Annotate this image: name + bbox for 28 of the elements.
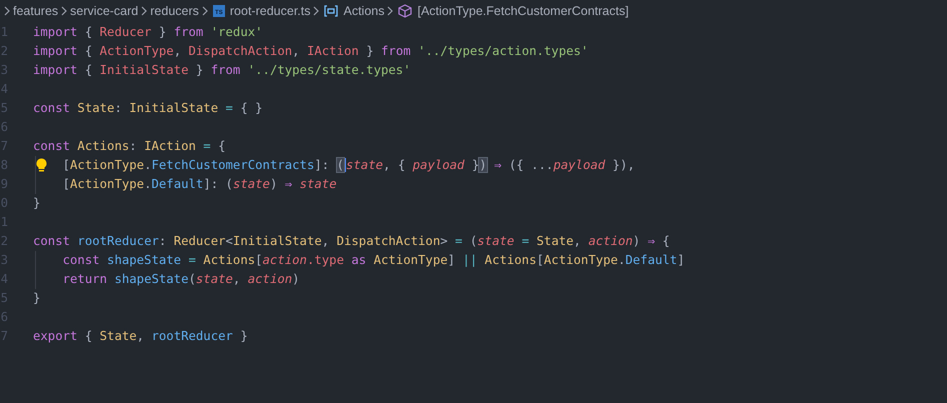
chevron-icon bbox=[386, 6, 394, 16]
code-line: [ActionType.FetchCustomerContracts]: ( state, { payload }) ⇒ ({ ...payload }), bbox=[62, 157, 635, 174]
chevron-icon bbox=[200, 6, 209, 16]
breadcrumb-item[interactable]: reducers bbox=[150, 2, 199, 20]
breadcrumb-item[interactable]: service-card bbox=[70, 2, 138, 20]
chevron-icon bbox=[3, 6, 11, 16]
chevron-icon bbox=[312, 6, 320, 16]
code-line: export { State, rootReducer } bbox=[33, 328, 248, 346]
code-line: return shapeState(state, action) bbox=[62, 271, 300, 288]
cube-icon bbox=[398, 4, 412, 18]
code-line: const rootReducer: Reducer<InitialState, DispatchAction> = (state = State, action) ⇒ { bbox=[33, 233, 670, 250]
breadcrumb-item[interactable]: [ActionType.FetchCustomerContracts] bbox=[417, 2, 629, 20]
breadcrumb-item[interactable]: root-reducer.ts bbox=[230, 2, 310, 20]
code-line: } bbox=[33, 290, 40, 308]
chevron-icon bbox=[140, 6, 148, 16]
code-line: const State: InitialState = { } bbox=[33, 100, 263, 118]
variable-icon bbox=[324, 5, 338, 17]
code-line: import { InitialState } from '../types/state.types' bbox=[33, 62, 411, 80]
chevron-icon bbox=[60, 6, 68, 16]
code-line: const shapeState = Actions[action.type as ActionType] || Actions[ActionType.Default] bbox=[62, 252, 685, 270]
breadcrumb-item[interactable]: Actions bbox=[343, 2, 384, 20]
code-line: } bbox=[33, 195, 40, 212]
lightbulb-icon[interactable] bbox=[36, 158, 47, 172]
code-line: [ActionType.Default]: (state) ⇒ state bbox=[62, 176, 337, 194]
code-line: import { Reducer } from 'redux' bbox=[33, 24, 263, 42]
code-line: const Actions: IAction = { bbox=[33, 138, 226, 156]
code-line: import { ActionType, DispatchAction, IAction } from '../types/action.types' bbox=[33, 43, 588, 60]
breadcrumb-item[interactable]: features bbox=[13, 2, 58, 20]
